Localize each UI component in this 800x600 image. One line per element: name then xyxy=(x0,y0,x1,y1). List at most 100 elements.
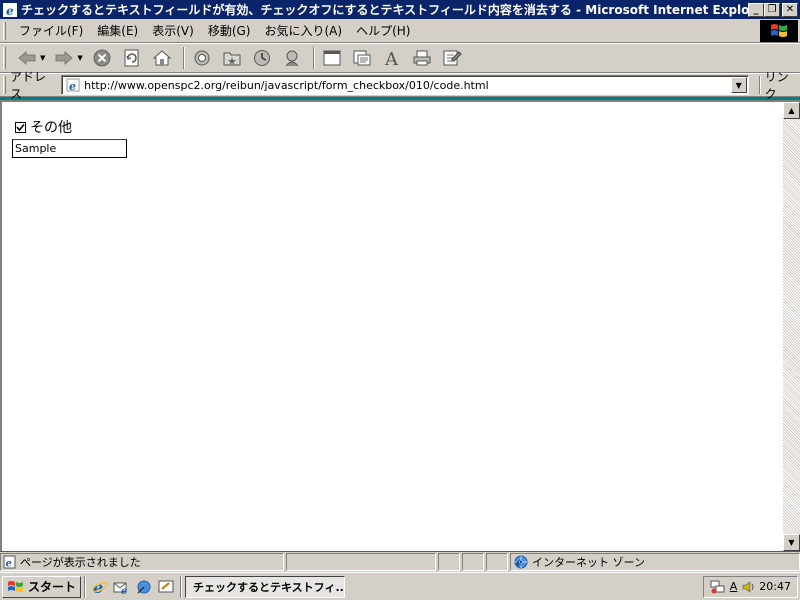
checkbox-label: その他 xyxy=(30,120,72,136)
search-icon xyxy=(194,50,210,66)
printer-icon xyxy=(413,50,431,66)
quicklaunch-channel-button[interactable] xyxy=(133,576,155,598)
messenger-button[interactable] xyxy=(279,46,305,70)
back-dropdown-icon[interactable]: ▼ xyxy=(40,54,45,62)
status-progress-cell xyxy=(286,553,436,571)
forward-arrow-icon xyxy=(55,51,74,65)
status-message-cell: e ページが表示されました xyxy=(0,553,284,571)
history-icon xyxy=(253,50,270,66)
page-view-icon xyxy=(353,50,371,66)
address-input[interactable] xyxy=(84,77,731,93)
back-arrow-icon xyxy=(18,51,36,65)
windows-flag-icon xyxy=(8,580,23,592)
show-desktop-icon xyxy=(158,580,174,592)
scroll-down-button[interactable]: ▼ xyxy=(783,534,800,551)
task-label: チェックするとテキストフィ... xyxy=(193,580,346,594)
close-button[interactable]: ✕ xyxy=(782,2,798,17)
links-button[interactable]: リンク xyxy=(765,68,800,102)
taskbar-divider xyxy=(84,575,87,598)
menu-grip[interactable] xyxy=(3,21,6,40)
forward-button[interactable] xyxy=(51,46,77,70)
vertical-scrollbar[interactable]: ▲ ▼ xyxy=(783,102,800,551)
toolbar-grip[interactable] xyxy=(3,47,6,69)
standard-toolbar: ▼ ▼ A xyxy=(0,43,800,73)
status-message: ページが表示されました xyxy=(20,556,141,569)
print-button[interactable] xyxy=(409,46,435,70)
quicklaunch-ie-button[interactable]: e xyxy=(89,576,111,598)
refresh-icon xyxy=(124,49,139,67)
back-button[interactable] xyxy=(14,46,40,70)
toolbar-separator xyxy=(182,47,185,69)
ie-icon: e xyxy=(92,578,108,596)
menu-edit[interactable]: 編集(E) xyxy=(90,21,145,41)
menu-bar: ファイル(F) 編集(E) 表示(V) 移動(G) お気に入り(A) ヘルプ(H… xyxy=(0,19,800,43)
address-bar: アドレス e ▼ リンク xyxy=(0,70,800,101)
address-dropdown-button[interactable]: ▼ xyxy=(730,77,747,93)
svg-text:e: e xyxy=(121,586,127,596)
stop-icon xyxy=(93,49,111,67)
page-content: その他 ▲ ▼ xyxy=(0,100,800,551)
menu-go[interactable]: 移動(G) xyxy=(201,21,258,41)
menu-file[interactable]: ファイル(F) xyxy=(12,21,90,41)
fullscreen-button[interactable] xyxy=(319,46,345,70)
status-zone-cell: e インターネット ゾーン xyxy=(510,553,800,571)
home-icon xyxy=(152,50,172,66)
sample-text-field[interactable] xyxy=(12,139,127,158)
ie-page-icon: e xyxy=(65,77,81,93)
start-button[interactable]: スタート xyxy=(2,575,82,598)
channel-satellite-icon xyxy=(137,580,151,594)
title-bar[interactable]: e チェックするとテキストフィールドが有効、チェックオフにするとテキストフィール… xyxy=(0,0,800,19)
search-button[interactable] xyxy=(189,46,215,70)
status-zone: インターネット ゾーン xyxy=(532,556,645,569)
outlook-express-icon: e xyxy=(113,582,127,596)
messenger-icon xyxy=(285,50,299,67)
menu-view[interactable]: 表示(V) xyxy=(145,21,201,41)
address-field[interactable]: e ▼ xyxy=(61,75,749,95)
quicklaunch-outlook-button[interactable]: e xyxy=(111,576,133,598)
status-cell-empty xyxy=(486,553,508,571)
font-a-icon: A xyxy=(384,49,399,67)
window-title: チェックするとテキストフィールドが有効、チェックオフにするとテキストフィールド内… xyxy=(21,3,748,17)
address-label: アドレス xyxy=(9,70,46,101)
forward-dropdown-icon[interactable]: ▼ xyxy=(77,54,82,62)
task-button-ie[interactable]: e チェックするとテキストフィ... xyxy=(185,575,346,598)
stop-button[interactable] xyxy=(89,46,115,70)
maximize-button[interactable]: ❐ xyxy=(764,2,780,17)
ie-icon: e xyxy=(2,2,18,18)
svg-text:e: e xyxy=(69,80,76,92)
svg-text:e: e xyxy=(516,558,522,569)
edit-button[interactable] xyxy=(439,46,465,70)
start-label: スタート xyxy=(28,580,77,594)
page-done-icon: e xyxy=(3,555,16,569)
minimize-button[interactable]: _ xyxy=(748,2,764,17)
ime-indicator[interactable]: A xyxy=(730,580,738,593)
clock[interactable]: 20:47 xyxy=(759,580,791,593)
check-mark-icon xyxy=(16,123,25,131)
favorites-button[interactable] xyxy=(219,46,245,70)
home-button[interactable] xyxy=(149,46,175,70)
scroll-up-button[interactable]: ▲ xyxy=(783,102,800,119)
history-button[interactable] xyxy=(249,46,275,70)
menu-favorites[interactable]: お気に入り(A) xyxy=(257,21,349,41)
network-icon xyxy=(710,580,725,593)
quicklaunch-desktop-button[interactable] xyxy=(155,576,177,598)
edit-pencil-icon xyxy=(443,50,462,66)
favorites-folder-icon xyxy=(223,52,241,66)
links-separator xyxy=(758,76,761,94)
address-grip[interactable] xyxy=(3,76,6,94)
status-cell-empty xyxy=(438,553,460,571)
status-cell-empty xyxy=(462,553,484,571)
channel-button[interactable] xyxy=(349,46,375,70)
internet-zone-icon: e xyxy=(514,555,528,569)
taskbar: スタート e e e チェックするとテキストフィ... A 20:47 xyxy=(0,572,800,600)
refresh-button[interactable] xyxy=(119,46,145,70)
checkbox-row: その他 xyxy=(15,118,127,136)
svg-text:e: e xyxy=(6,4,14,17)
font-size-button[interactable]: A xyxy=(379,46,405,70)
system-tray: A 20:47 xyxy=(702,575,798,598)
menu-help[interactable]: ヘルプ(H) xyxy=(349,21,417,41)
taskbar-divider xyxy=(180,575,183,598)
other-checkbox[interactable] xyxy=(15,121,26,133)
status-bar: e ページが表示されました e インターネット ゾーン xyxy=(0,552,800,572)
window-icon xyxy=(323,50,341,66)
